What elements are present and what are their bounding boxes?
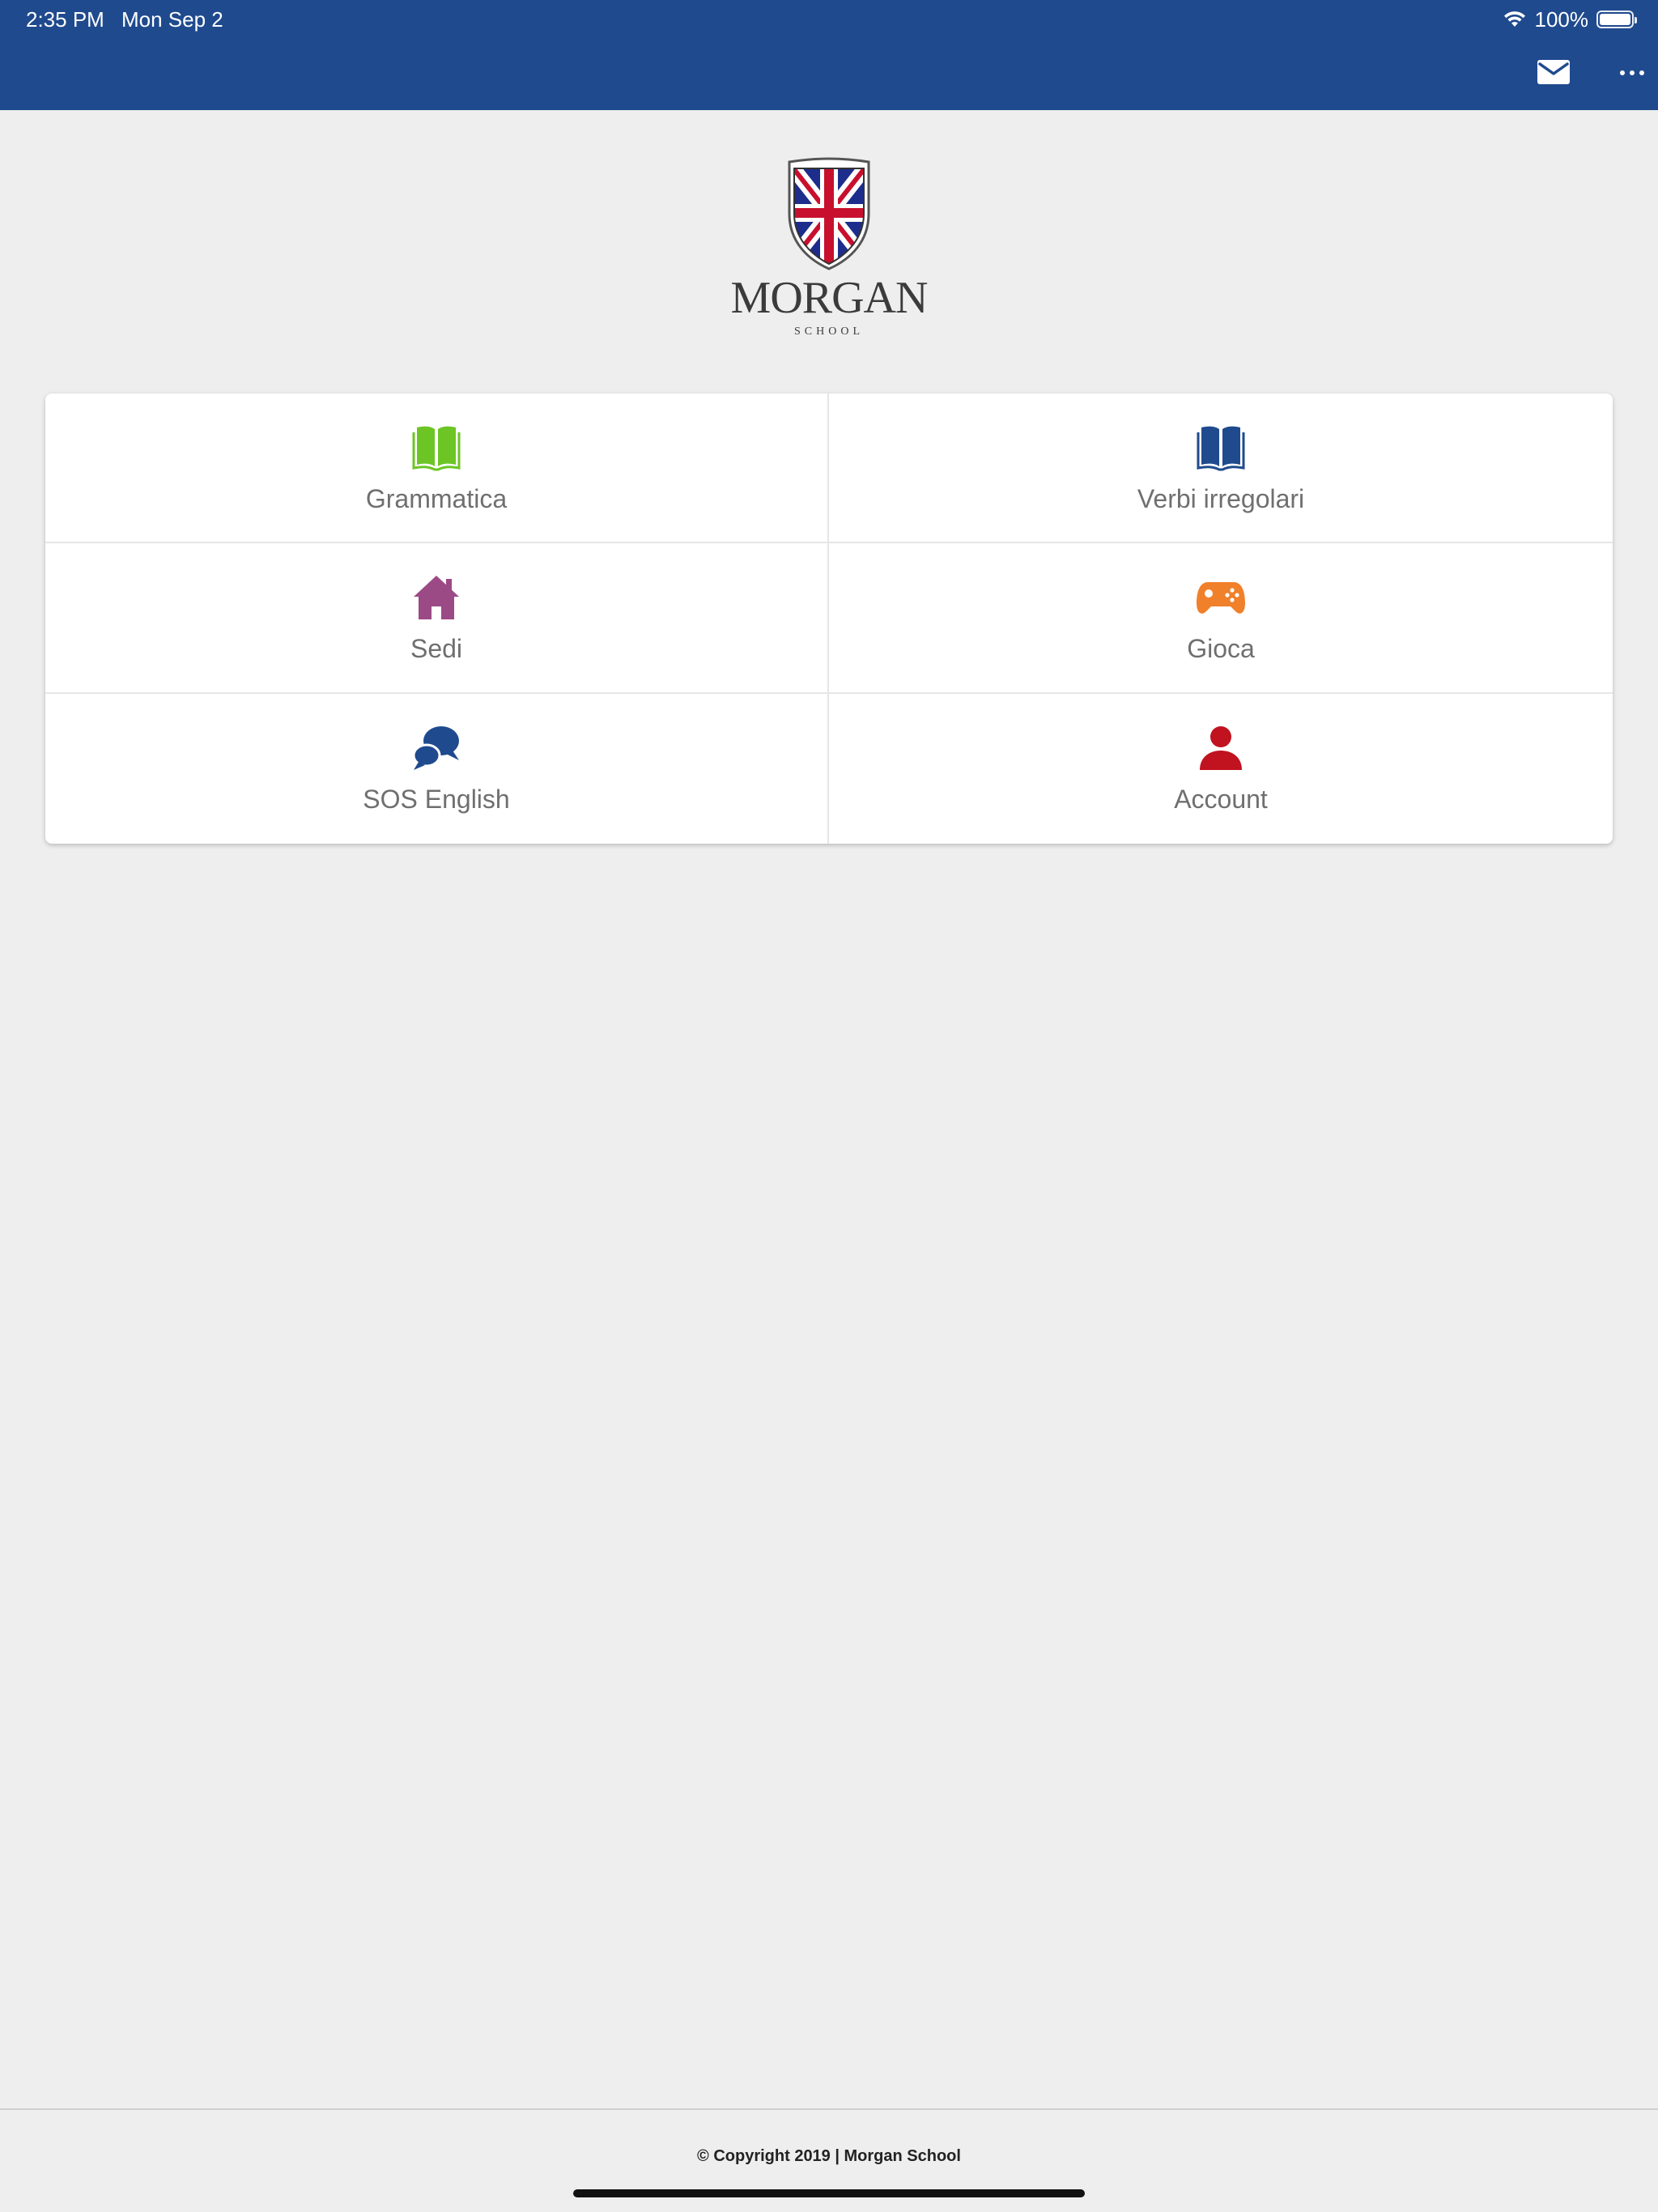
status-time: 2:35 PM: [26, 7, 104, 32]
menu-label-account: Account: [1174, 784, 1268, 814]
app-screen: 2:35 PM Mon Sep 2 100% MORGAN SCHOOL Gra…: [0, 0, 1658, 2212]
logo-wordmark: MORGAN: [730, 273, 929, 323]
menu-label-grammatica: Grammatica: [365, 484, 508, 513]
book-icon: [1197, 426, 1245, 471]
wifi-icon: [1503, 11, 1525, 27]
menu-item-verbi-irregolari[interactable]: Verbi irregolari: [829, 393, 1613, 544]
battery-level: [1600, 14, 1630, 25]
logo-subtitle: SCHOOL: [793, 325, 864, 338]
battery-icon: [1596, 11, 1637, 28]
menu-item-sedi[interactable]: Sedi: [45, 543, 829, 694]
status-date: Mon Sep 2: [121, 7, 223, 32]
menu-item-account[interactable]: Account: [829, 694, 1613, 844]
footer-divider: [0, 2108, 1658, 2110]
menu-label-sedi: Sedi: [410, 634, 463, 664]
union-jack-shield-icon: [788, 157, 870, 270]
status-indicators: 100%: [1503, 6, 1637, 32]
footer-copyright: © Copyright 2019 | Morgan School: [697, 2147, 961, 2165]
menu-item-gioca[interactable]: Gioca: [829, 543, 1613, 694]
gamepad-icon: [1197, 582, 1245, 615]
battery-percentage: 100%: [1534, 6, 1589, 32]
menu-label-verbi-irregolari: Verbi irregolari: [1137, 484, 1305, 513]
mail-icon[interactable]: [1537, 58, 1571, 86]
user-icon: [1200, 725, 1242, 770]
top-app-bar: 2:35 PM Mon Sep 2 100%: [0, 0, 1658, 110]
chat-bubbles-icon: [412, 725, 459, 770]
school-logo: MORGAN SCHOOL: [708, 157, 950, 343]
menu-label-sos-english: SOS English: [363, 784, 510, 814]
more-horizontal-icon[interactable]: [1616, 58, 1648, 86]
menu-label-gioca: Gioca: [1187, 634, 1255, 664]
home-icon: [414, 576, 459, 620]
menu-item-sos-english[interactable]: SOS English: [45, 693, 829, 844]
home-indicator[interactable]: [573, 2189, 1085, 2197]
main-menu-grid: Grammatica Verbi irregolari Sedi Gioca S…: [45, 393, 1613, 844]
book-icon: [412, 426, 461, 471]
menu-item-grammatica[interactable]: Grammatica: [45, 393, 829, 544]
